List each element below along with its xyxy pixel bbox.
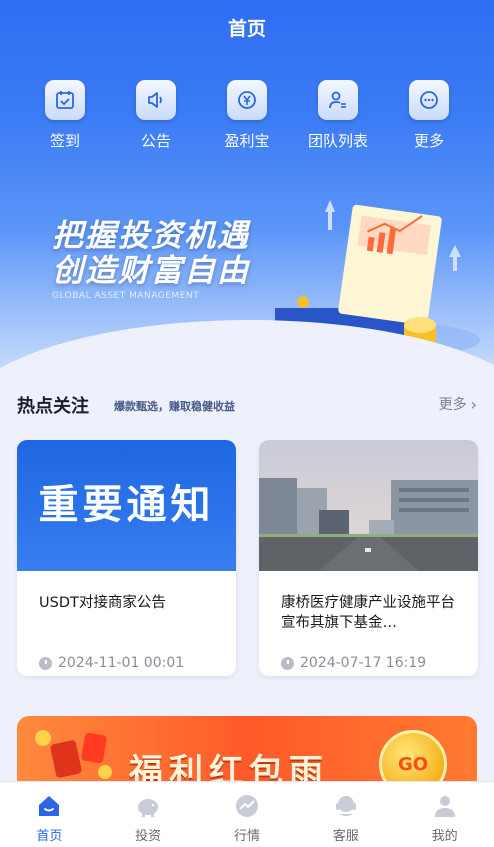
notice-thumbnail: 重要通知 xyxy=(17,440,236,571)
user-list-icon xyxy=(318,80,358,120)
go-label: GO xyxy=(397,753,429,775)
news-card-title: USDT对接商家公告 xyxy=(39,595,166,611)
quick-nav-label: 签到 xyxy=(49,132,80,150)
trend-icon xyxy=(233,792,261,820)
news-card-time: 2024-11-01 00:01 xyxy=(17,655,236,671)
quick-nav-team[interactable]: 团队列表 xyxy=(293,80,383,151)
quick-nav-label: 公告 xyxy=(140,132,171,150)
tab-label: 我的 xyxy=(431,829,458,844)
bottom-tab-bar: 首页 投资 行情 客服 我的 xyxy=(0,781,494,847)
quick-nav-checkin[interactable]: 签到 xyxy=(20,80,110,151)
hero-banner: 首页 签到 公告 盈利宝 团队列表 更多 把握投资机遇 创造财富自由 GLOBA… xyxy=(0,0,494,380)
hero-slogan-sub: GLOBAL ASSET MANAGEMENT xyxy=(52,291,200,301)
news-card[interactable]: 康桥医疗健康产业设施平台宣布其旗下基金… 2024-07-17 16:19 xyxy=(259,440,478,676)
news-card-time-text: 2024-07-17 16:19 xyxy=(300,655,427,671)
hot-subtitle: 爆款甄选，赚取稳健收益 xyxy=(114,400,235,413)
tab-label: 投资 xyxy=(135,829,162,844)
quick-nav-profit[interactable]: 盈利宝 xyxy=(202,80,292,151)
tab-invest[interactable]: 投资 xyxy=(108,792,188,847)
tab-home[interactable]: 首页 xyxy=(9,792,89,847)
piggy-bank-icon xyxy=(134,792,162,820)
quick-nav-announcement[interactable]: 公告 xyxy=(111,80,201,151)
tab-label: 首页 xyxy=(36,829,63,844)
quick-nav-label: 团队列表 xyxy=(307,132,368,150)
speaker-icon xyxy=(136,80,176,120)
page-title: 首页 xyxy=(227,18,266,40)
yen-coin-icon xyxy=(227,80,267,120)
hero-slogan-line2: 创造财富自由 xyxy=(52,253,250,289)
quick-nav-label: 更多 xyxy=(413,132,444,150)
profile-icon xyxy=(431,792,459,820)
hot-more-link[interactable]: 更多 › xyxy=(439,394,477,414)
tab-support[interactable]: 客服 xyxy=(306,792,386,847)
news-card[interactable]: 重要通知 USDT对接商家公告 2024-11-01 00:01 xyxy=(17,440,236,676)
building-photo-thumbnail xyxy=(259,440,478,571)
news-card-time-text: 2024-11-01 00:01 xyxy=(58,655,185,671)
notice-thumbnail-text: 重要通知 xyxy=(38,481,215,528)
more-dots-icon xyxy=(409,80,449,120)
clock-icon xyxy=(281,656,294,670)
tab-market[interactable]: 行情 xyxy=(207,792,287,847)
hot-section-header: 热点关注 爆款甄选，赚取稳健收益 更多 › xyxy=(17,392,477,418)
tab-label: 客服 xyxy=(332,829,359,844)
chevron-right-icon: › xyxy=(470,394,477,414)
news-card-time: 2024-07-17 16:19 xyxy=(259,655,478,671)
tab-label: 行情 xyxy=(233,829,260,844)
support-icon xyxy=(332,792,360,820)
tab-profile[interactable]: 我的 xyxy=(405,792,485,847)
calendar-check-icon xyxy=(45,80,85,120)
hot-title: 热点关注 xyxy=(17,396,89,417)
quick-nav: 签到 公告 盈利宝 团队列表 更多 xyxy=(20,80,474,151)
home-icon xyxy=(35,792,63,820)
news-card-title: 康桥医疗健康产业设施平台宣布其旗下基金… xyxy=(281,595,455,631)
hot-more-label: 更多 xyxy=(438,397,467,413)
quick-nav-label: 盈利宝 xyxy=(224,132,270,150)
quick-nav-more[interactable]: 更多 xyxy=(384,80,474,151)
clock-icon xyxy=(39,656,52,670)
